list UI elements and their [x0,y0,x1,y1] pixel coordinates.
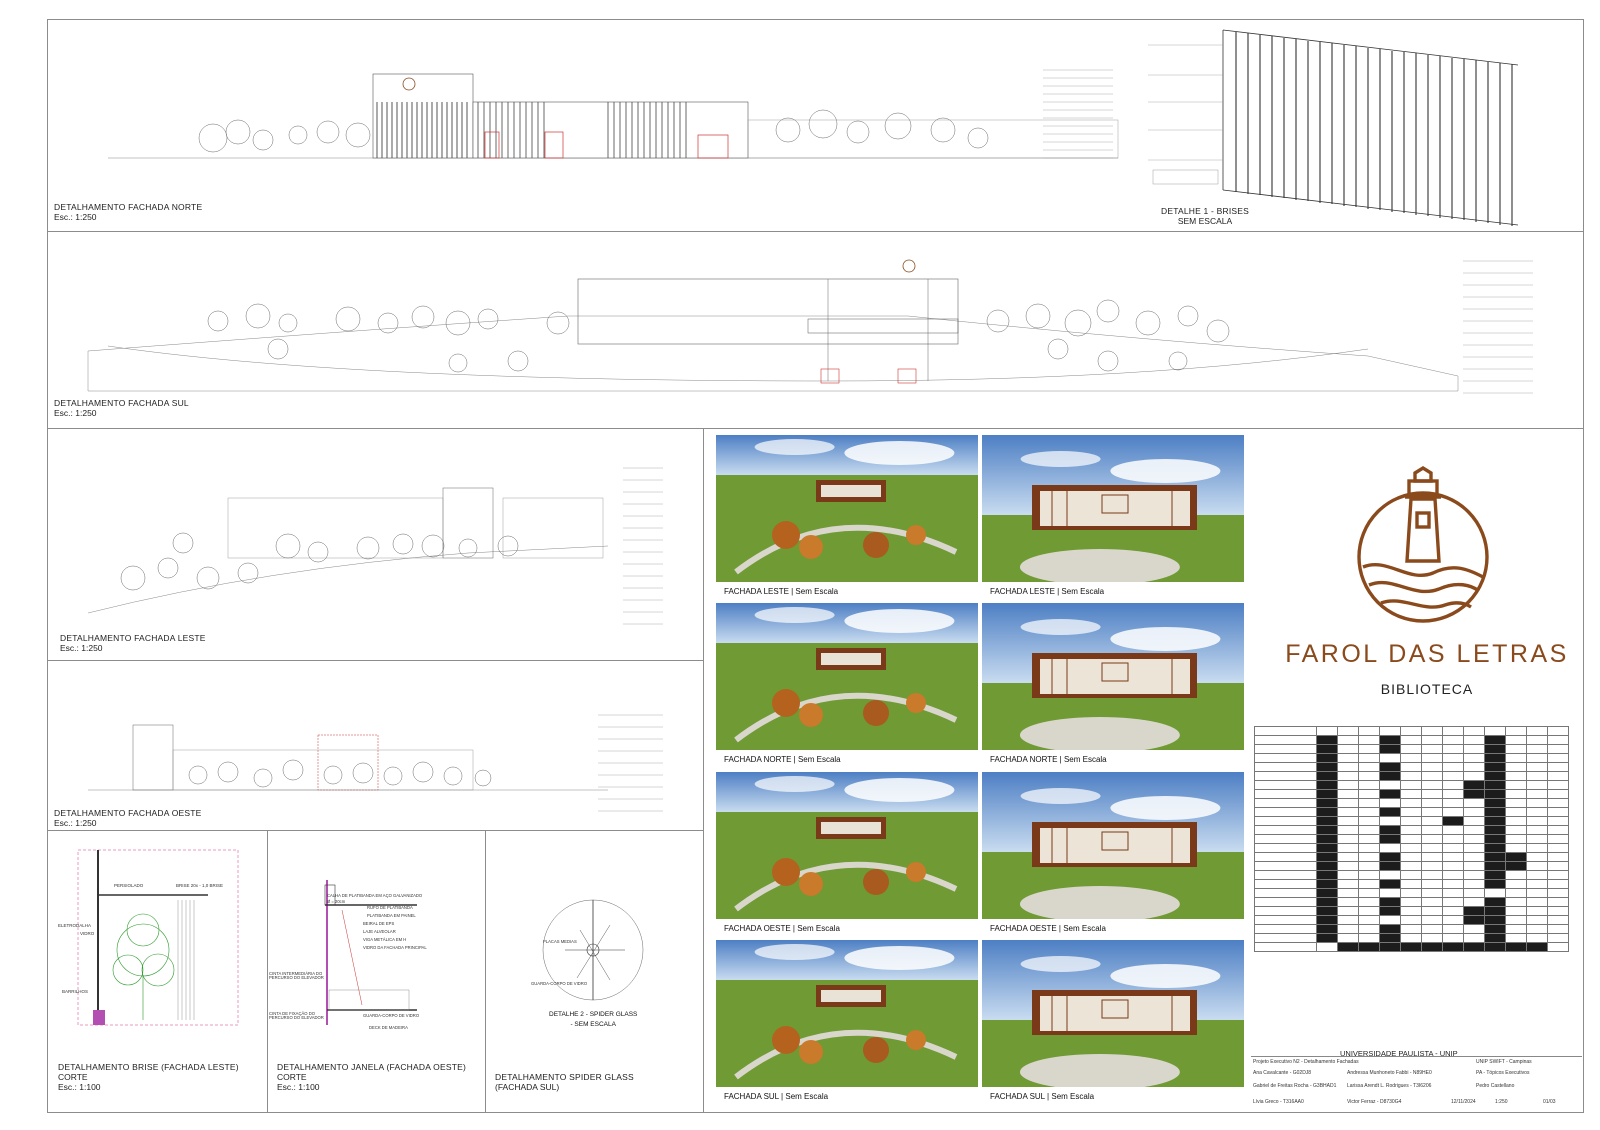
east-elevation-drawing [87,467,663,625]
spider-detail-caption: DETALHE 2 - SPIDER GLASS - SEM ESCALA [549,1011,638,1028]
brise-label-eletrocalha: ELETRODALHA [58,923,92,928]
schedule-table [1254,726,1569,952]
spider-title: DETALHAMENTO SPIDER GLASS (FACHADA SUL) [495,1072,634,1092]
render-image [982,940,1244,1087]
window-label-0: CALHA DE PLATIBANDA EM AÇO GALVANIZADO [327,893,423,898]
west-elevation-drawing [88,714,663,812]
brise-label-brise: BRISE 20x - 1,0 BRISE [176,883,224,888]
lighthouse-icon [1357,465,1489,623]
north-elevation-band: DETALHAMENTO FACHADA NORTE Esc.: 1:250 DE… [48,20,1583,232]
west-title: DETALHAMENTO FACHADA OESTE Esc.: 1:250 [54,808,202,828]
window-label-4: BEIRAL DE EPS [363,921,395,926]
brise-cut-panel: PERSIOLADO BRISE 20x - 1,0 BRISE ELETROD… [48,830,268,1112]
stamp-professor: Pedro Castellano [1476,1083,1515,1089]
render-caption-8: FACHADA SUL | Sem Escala [990,1092,1095,1101]
stamp-scale: 1:250 [1495,1099,1508,1105]
stamp-date: 12/11/2024 [1451,1099,1476,1105]
brise-label-barrilhos: BARRILHOS [62,989,89,994]
stamp-subject: PA - Tópicos Executivos [1476,1070,1530,1076]
brise-cut-drawing [77,849,239,1026]
window-label-8: CINTA INTERMEDIÁRIA DO PERCURSO DO ELEVA… [269,971,324,980]
brise-label-persiolado: PERSIOLADO [114,883,144,888]
window-cut-title: DETALHAMENTO JANELA (FACHADA OESTE) CORTE… [277,1062,467,1092]
render-caption-4: FACHADA NORTE | Sem Escala [990,755,1107,764]
north-title: DETALHAMENTO FACHADA NORTE Esc.: 1:250 [54,202,203,222]
east-title: DETALHAMENTO FACHADA LESTE Esc.: 1:250 [60,633,206,653]
window-label-6: VIGA METÁLICA EM H [363,937,407,942]
render-caption-3: FACHADA NORTE | Sem Escala [724,755,841,764]
window-label-5: LAJE ALVEOLAR [363,929,396,934]
brise-cut-title: DETALHAMENTO BRISE (FACHADA LESTE) CORTE E… [58,1062,239,1092]
east-elevation-band: DETALHAMENTO FACHADA LESTE Esc.: 1:250 [48,428,704,661]
window-label-10: GUARDA-CORPO DE VIDRO [363,1013,420,1018]
window-label-2: RUFO DE PLATIBANDA [367,905,413,910]
stamp-student-5: Lívia Greco - T316AA0 [1253,1099,1304,1105]
stamp-student-1: Ana Cavalcante - G02DJ8 [1253,1070,1312,1076]
render-image [716,603,978,750]
spider-glass-panel: PLACAS MEDIAS GUARDA-CORPO DE VIDRO DETA… [485,830,704,1112]
stamp-student-4: Larissa Arendt L. Rodrigues - T3I6206 [1347,1083,1432,1089]
brand-subtitle: BIBLIOTECA [1380,681,1474,697]
title-stamp: Projeto Executivo N2 - Detalhamento Fach… [1251,1056,1582,1112]
window-label-3: PLATIBANDA EM PAINEL [367,913,416,918]
render-image [982,772,1244,919]
render-caption-6: FACHADA OESTE | Sem Escala [990,924,1106,933]
spider-label-1: GUARDA-CORPO DE VIDRO [531,981,588,986]
stamp-project: Projeto Executivo N2 - Detalhamento Fach… [1253,1059,1359,1065]
stamp-sheet-number: 01/03 [1543,1099,1556,1105]
south-elevation-drawing [87,259,1533,394]
brise-detail-title: DETALHE 1 - BRISES SEM ESCALA [1161,206,1249,226]
window-label-11: DECK DE MADEIRA [369,1025,408,1030]
render-image [982,603,1244,750]
window-label-9: CINTA DE FIXAÇÃO DO PERCURSO DO ELEVADOR [269,1011,324,1020]
spider-glass-drawing [542,899,644,1001]
brand-name: FAROL DAS LETRAS [1285,640,1569,668]
window-label-1: Ø = 20cm [327,899,346,904]
stamp-student-2: Andressa Munhoneto Fabbi - N89HE0 [1347,1070,1432,1076]
render-image [716,772,978,919]
render-image [982,435,1244,582]
south-elevation-band: DETALHAMENTO FACHADA SUL Esc.: 1:250 [48,231,1583,429]
spider-label-0: PLACAS MEDIAS [543,939,577,944]
south-title: DETALHAMENTO FACHADA SUL Esc.: 1:250 [54,398,189,418]
stamp-student-6: Victor Ferraz - D8730G4 [1347,1099,1402,1105]
window-label-7: VIDRO DA FACHADA PRINCIPAL [363,945,427,950]
stamp-student-3: Gabriel de Freitas Rocha - G3BHAD1 [1253,1083,1337,1089]
window-cut-panel: CALHA DE PLATIBANDA EM AÇO GALVANIZADO Ø… [267,830,486,1112]
render-caption-1: FACHADA LESTE | Sem Escala [724,587,839,596]
stamp-campus: UNIP SWIFT - Campinas [1476,1059,1532,1065]
render-image [716,940,978,1087]
west-elevation-band: DETALHAMENTO FACHADA OESTE Esc.: 1:250 [48,660,704,831]
brise-label-vidro: VIDRO [80,931,95,936]
render-image [716,435,978,582]
render-caption-5: FACHADA OESTE | Sem Escala [724,924,840,933]
north-elevation-drawing [108,29,1519,226]
render-caption-7: FACHADA SUL | Sem Escala [724,1092,829,1101]
render-caption-2: FACHADA LESTE | Sem Escala [990,587,1105,596]
